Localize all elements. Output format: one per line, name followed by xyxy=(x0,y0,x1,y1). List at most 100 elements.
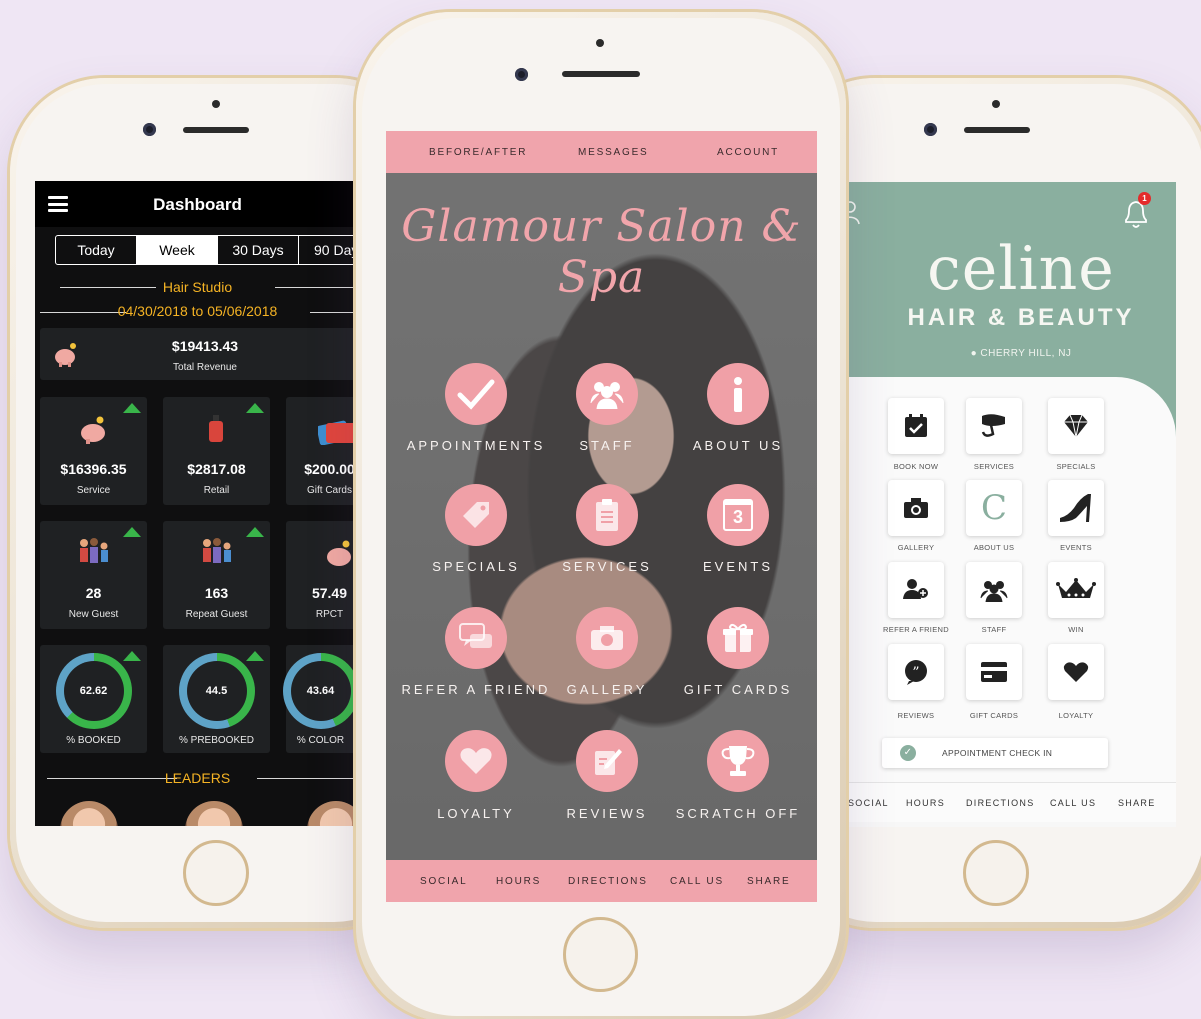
avatar[interactable] xyxy=(307,801,360,826)
refer-a-friend-button[interactable] xyxy=(888,562,944,618)
reviews-button[interactable] xyxy=(576,730,638,792)
check-icon: ✓ xyxy=(900,745,916,761)
home-button[interactable] xyxy=(963,840,1029,906)
grid-label: WIN xyxy=(1068,625,1084,634)
loyalty-button[interactable] xyxy=(445,730,507,792)
nav-share[interactable]: SHARE xyxy=(1118,798,1156,808)
service-tile[interactable]: $16396.35 Service xyxy=(40,397,147,505)
gift-cards-tile[interactable]: $200.00 Gift Cards xyxy=(286,397,360,505)
grid-label: REFER A FRIEND xyxy=(883,625,949,634)
specials-button[interactable] xyxy=(1048,398,1104,454)
book-now-button[interactable] xyxy=(888,398,944,454)
gift-cards-button[interactable] xyxy=(707,607,769,669)
ring-label: % COLOR xyxy=(296,735,345,746)
services-button[interactable] xyxy=(576,484,638,546)
grid-label: EVENTS xyxy=(1060,543,1092,552)
tab-today[interactable]: Today xyxy=(56,236,137,264)
events-button[interactable]: 3 xyxy=(707,484,769,546)
tile-label: Service xyxy=(76,485,111,496)
loyalty-button[interactable] xyxy=(1048,644,1104,700)
appointments-button[interactable] xyxy=(445,363,507,425)
nav-account[interactable]: ACCOUNT xyxy=(717,147,779,158)
hair-dryer-icon xyxy=(981,414,1005,437)
grid-label: STAFF xyxy=(981,625,1007,634)
piggy-bank-icon xyxy=(78,415,110,450)
ring-value: 44.5 xyxy=(186,661,247,721)
retail-tile[interactable]: $2817.08 Retail xyxy=(163,397,270,505)
calendar-day: 3 xyxy=(732,507,743,527)
chat-icon xyxy=(459,623,492,648)
button-label: STAFF xyxy=(579,438,635,453)
color-ring-tile[interactable]: 43.64 % COLOR xyxy=(282,645,360,753)
tab-90-days[interactable]: 90 Days xyxy=(299,236,360,264)
tab-30-days[interactable]: 30 Days xyxy=(218,236,299,264)
nav-directions[interactable]: DIRECTIONS xyxy=(568,876,648,887)
tile-value: 57.49 xyxy=(311,585,348,601)
gallery-button[interactable] xyxy=(576,607,638,669)
scratch-off-button[interactable] xyxy=(707,730,769,792)
appointment-check-in-button[interactable]: ✓ APPOINTMENT CHECK IN xyxy=(882,738,1108,768)
gift-cards-button[interactable] xyxy=(966,644,1022,700)
services-button[interactable] xyxy=(966,398,1022,454)
about-us-button[interactable]: C xyxy=(966,480,1022,536)
home-button[interactable] xyxy=(563,917,638,992)
calendar-icon: 3 xyxy=(723,499,753,531)
total-revenue-label: Total Revenue xyxy=(173,362,237,373)
new-guest-tile[interactable]: 28 New Guest xyxy=(40,521,147,629)
trend-up-icon xyxy=(246,651,264,661)
color-ring: 43.64 xyxy=(282,653,359,729)
nav-social[interactable]: SOCIAL xyxy=(848,798,889,808)
grid-label: REVIEWS xyxy=(897,711,935,720)
nav-call-us[interactable]: CALL US xyxy=(1050,798,1096,808)
nav-directions[interactable]: DIRECTIONS xyxy=(966,798,1035,808)
repeat-guest-tile[interactable]: 163 Repeat Guest xyxy=(163,521,270,629)
trend-up-icon xyxy=(123,403,141,413)
bottle-icon xyxy=(208,415,224,448)
staff-button[interactable] xyxy=(966,562,1022,618)
profile-icon[interactable] xyxy=(846,200,860,231)
info-icon xyxy=(734,377,742,412)
booked-ring-tile[interactable]: 62.62 % BOOKED xyxy=(40,645,147,753)
nav-hours[interactable]: HOURS xyxy=(906,798,945,808)
home-button[interactable] xyxy=(183,840,249,906)
nav-hours[interactable]: HOURS xyxy=(496,876,541,887)
about-us-button[interactable] xyxy=(707,363,769,425)
date-range-tabs: Today Week 30 Days 90 Days xyxy=(55,235,360,265)
nav-before-after[interactable]: BEFORE/AFTER xyxy=(429,147,527,158)
nav-messages[interactable]: MESSAGES xyxy=(578,147,649,158)
nav-social[interactable]: SOCIAL xyxy=(420,876,467,887)
button-label: REFER A FRIEND xyxy=(401,682,551,697)
diamond-icon xyxy=(1064,414,1088,438)
avatar[interactable] xyxy=(185,801,243,826)
proximity-sensor xyxy=(992,100,1000,108)
celine-bottom-nav: SOCIAL HOURS DIRECTIONS CALL US SHARE xyxy=(846,782,1176,822)
location-pin-icon: ● xyxy=(970,348,981,359)
ring-value: 62.62 xyxy=(63,661,124,721)
avatar[interactable] xyxy=(60,801,118,826)
booked-ring: 62.62 xyxy=(55,653,132,729)
trend-up-icon xyxy=(246,403,264,413)
tile-value: 28 xyxy=(85,585,102,601)
tile-label: Retail xyxy=(203,485,230,496)
refer-a-friend-button[interactable] xyxy=(445,607,507,669)
pencil-note-icon xyxy=(595,749,622,775)
trend-up-icon xyxy=(123,651,141,661)
gift-card-icon xyxy=(316,417,358,450)
total-revenue-card[interactable]: $19413.43 Total Revenue xyxy=(40,328,360,380)
reviews-button[interactable]: ” xyxy=(888,644,944,700)
gallery-button[interactable] xyxy=(888,480,944,536)
camera-icon xyxy=(591,626,623,650)
staff-button[interactable] xyxy=(576,363,638,425)
events-button[interactable] xyxy=(1048,480,1104,536)
tag-icon xyxy=(463,502,489,528)
win-button[interactable] xyxy=(1048,562,1104,618)
tab-week[interactable]: Week xyxy=(137,236,218,264)
front-camera xyxy=(515,68,528,81)
nav-share[interactable]: SHARE xyxy=(747,876,790,887)
grid-label: BOOK NOW xyxy=(893,462,939,471)
specials-button[interactable] xyxy=(445,484,507,546)
rpct-tile[interactable]: 57.49 RPCT xyxy=(286,521,360,629)
nav-call-us[interactable]: CALL US xyxy=(670,876,724,887)
date-range: 04/30/2018 to 05/06/2018 xyxy=(117,303,278,319)
button-label: SERVICES xyxy=(562,559,652,574)
